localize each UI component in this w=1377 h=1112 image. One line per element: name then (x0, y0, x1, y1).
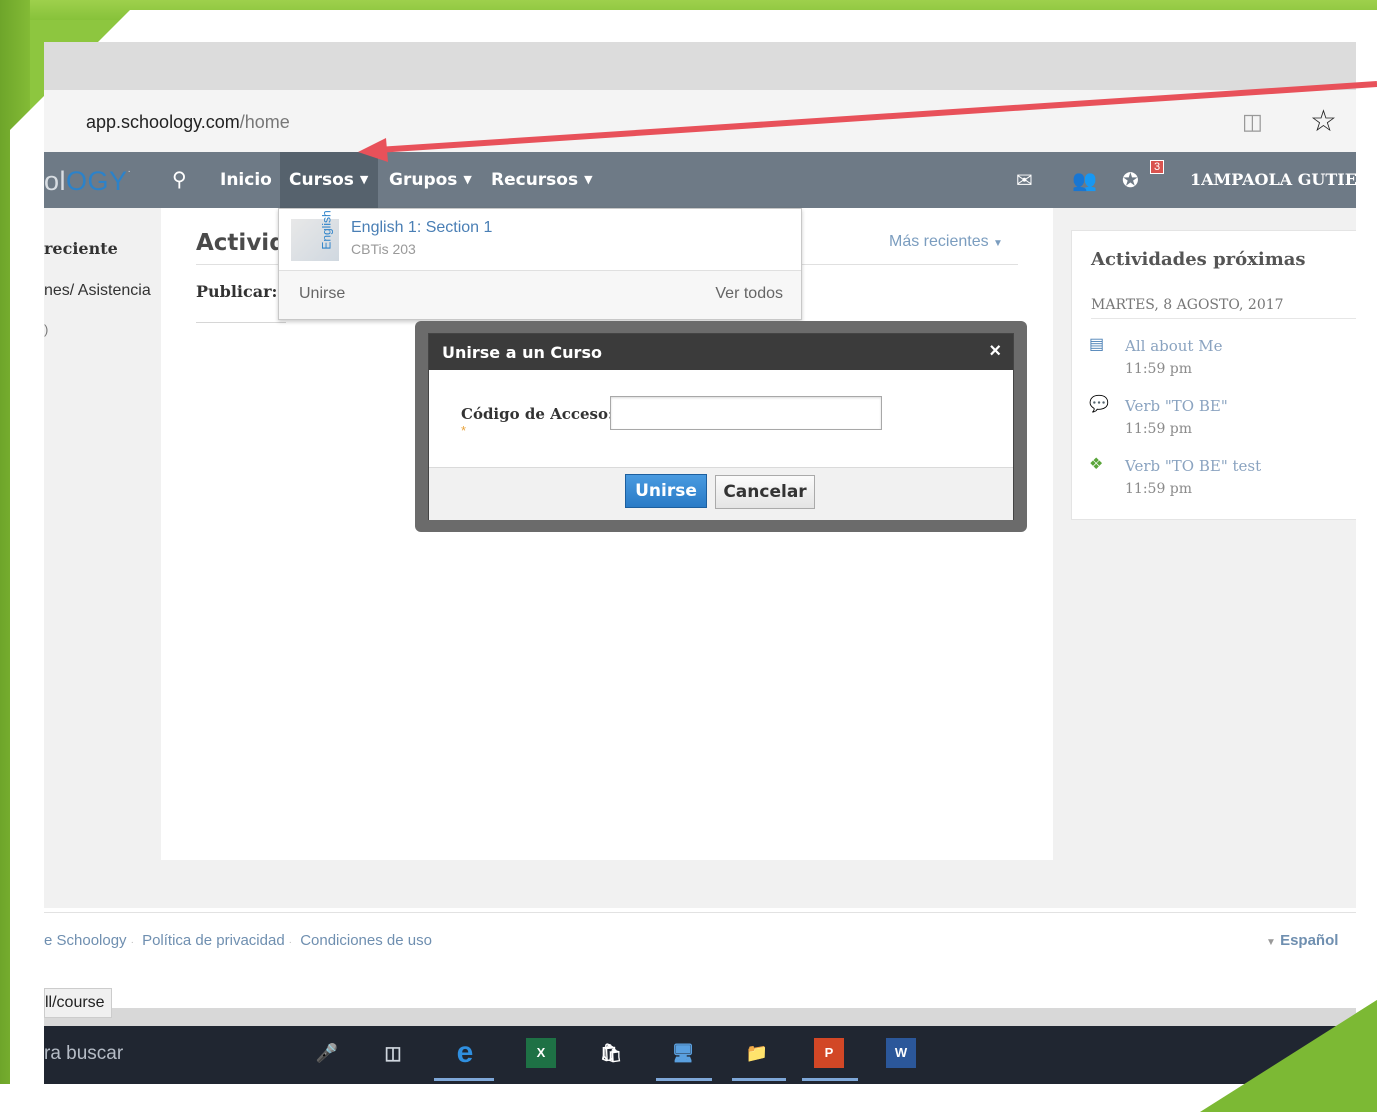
arrow-line (377, 81, 1377, 153)
arrow-head (358, 138, 388, 162)
annotation-arrow (358, 81, 1377, 162)
